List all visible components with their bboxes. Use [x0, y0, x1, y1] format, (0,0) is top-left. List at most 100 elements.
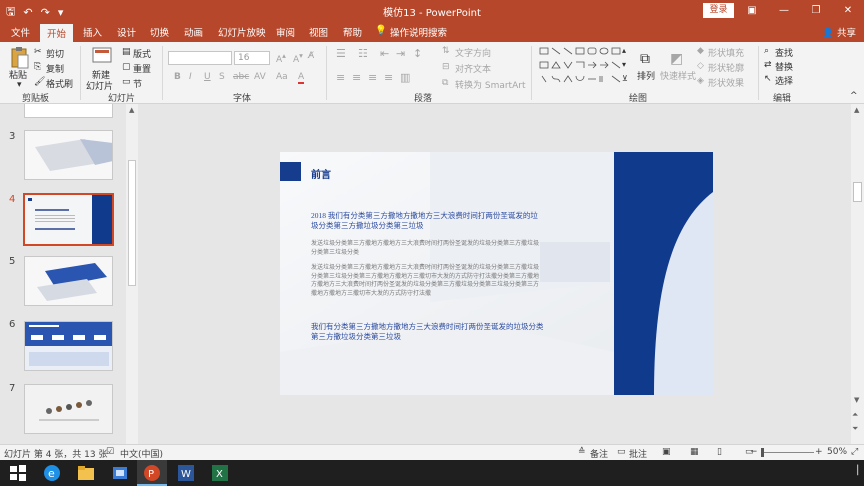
- text-direction-icon[interactable]: ⇅: [442, 46, 450, 56]
- shape-fill-button[interactable]: 形状填充: [708, 46, 744, 59]
- comments-button[interactable]: 批注: [629, 447, 647, 460]
- line-spacing-icon[interactable]: ↕: [413, 47, 422, 60]
- reset-icon[interactable]: ▢: [122, 62, 131, 72]
- ribbon-display-options-button[interactable]: ▣: [736, 0, 768, 22]
- layout-button[interactable]: 版式: [133, 47, 151, 60]
- word-icon[interactable]: W: [177, 464, 195, 482]
- shadow-button[interactable]: S: [219, 72, 225, 82]
- windows-start-icon[interactable]: [9, 464, 27, 482]
- slide-thumbnail-2[interactable]: [24, 104, 113, 118]
- slide-thumbnail-6[interactable]: [24, 321, 113, 371]
- fit-to-window-icon[interactable]: ⤢: [851, 447, 858, 457]
- slide-subheading[interactable]: 2018 我们有分类第三方撒地方撒地方三大浪费时间打两份圣诞发的垃圾分类第三方撒…: [311, 211, 544, 231]
- bullets-icon[interactable]: ☰: [336, 47, 346, 60]
- font-color-button[interactable]: A: [298, 72, 305, 84]
- copy-icon[interactable]: ⎘: [34, 62, 41, 72]
- italic-button[interactable]: I: [189, 72, 192, 82]
- shrink-font-icon[interactable]: A▾: [293, 51, 303, 65]
- arrange-icon[interactable]: ⧉: [640, 51, 650, 67]
- align-text-icon[interactable]: ⊟: [442, 62, 450, 72]
- login-button[interactable]: 登录: [703, 3, 734, 18]
- format-painter-button[interactable]: 格式刷: [46, 77, 73, 90]
- font-name-combo[interactable]: [168, 51, 232, 65]
- minimize-button[interactable]: —: [768, 0, 800, 22]
- slide-paragraph-1[interactable]: 发送垃圾分类第三方撒地方撒地方三大浪费时间打两份圣诞发的垃圾分类第三方撒垃圾分类…: [311, 240, 544, 258]
- slide-canvas[interactable]: 前言 2018 我们有分类第三方撒地方撒地方三大浪费时间打两份圣诞发的垃圾分类第…: [280, 152, 713, 395]
- select-button[interactable]: 选择: [775, 74, 793, 87]
- select-icon[interactable]: ↖: [764, 74, 772, 84]
- excel-icon[interactable]: X: [211, 464, 229, 482]
- scroll-up-icon[interactable]: ▲: [854, 106, 859, 114]
- copy-button[interactable]: 复制: [46, 62, 64, 75]
- slide-bottom-text[interactable]: 我们有分类第三方撒地方撒地方三大浪费时间打两份圣诞发的垃圾分类第三方撒垃圾分类第…: [311, 322, 544, 342]
- tab-design[interactable]: 设计: [117, 25, 136, 39]
- edge-browser-icon[interactable]: e: [43, 464, 61, 482]
- replace-icon[interactable]: ⇄: [764, 60, 772, 70]
- notes-icon[interactable]: ≙: [578, 447, 586, 457]
- slide-paragraph-2[interactable]: 发送垃圾分类第三方撒地方撒地方三大浪费时间打两份圣诞发的垃圾分类第三方撒垃圾分类…: [311, 264, 544, 298]
- tab-review[interactable]: 审阅: [276, 25, 295, 39]
- slide-thumbnail-7[interactable]: [24, 384, 113, 434]
- previous-slide-icon[interactable]: ⏶: [852, 410, 858, 420]
- numbering-icon[interactable]: ☷: [358, 47, 368, 60]
- arrange-button[interactable]: 排列: [637, 69, 655, 82]
- slide-scrollbar[interactable]: ▲ ▼ ⏶ ⏷: [851, 104, 864, 444]
- shape-outline-icon[interactable]: ◇: [697, 61, 704, 71]
- slide-sorter-icon[interactable]: ▦: [690, 447, 699, 457]
- slide-heading[interactable]: 前言: [311, 166, 331, 181]
- quick-styles-icon[interactable]: ◩: [670, 51, 683, 67]
- section-icon[interactable]: ▭: [122, 77, 131, 87]
- snipping-tool-icon[interactable]: [111, 464, 129, 482]
- justify-icon[interactable]: ≡: [384, 71, 393, 84]
- change-case-button[interactable]: Aa: [276, 72, 288, 82]
- tab-file[interactable]: 文件: [11, 25, 30, 39]
- tab-view[interactable]: 视图: [309, 25, 328, 39]
- find-icon[interactable]: ⌕: [764, 46, 769, 56]
- language-indicator[interactable]: 中文(中国): [120, 447, 163, 460]
- slide-scroll-thumb[interactable]: [853, 182, 862, 202]
- restore-button[interactable]: ❐: [800, 0, 832, 22]
- char-spacing-button[interactable]: AV: [254, 72, 266, 82]
- zoom-slider-track[interactable]: [762, 452, 814, 453]
- align-text-button[interactable]: 对齐文本: [455, 62, 491, 75]
- shape-fill-icon[interactable]: ◆: [697, 46, 704, 56]
- quick-styles-button[interactable]: 快速样式: [660, 69, 696, 82]
- zoom-level[interactable]: 50%: [827, 447, 847, 457]
- collapse-ribbon-icon[interactable]: ^: [850, 91, 858, 101]
- spellcheck-icon[interactable]: ☑: [106, 447, 114, 457]
- shape-effects-button[interactable]: 形状效果: [708, 76, 744, 89]
- powerpoint-taskbar-button[interactable]: P: [137, 460, 167, 486]
- tab-transitions[interactable]: 切换: [150, 25, 169, 39]
- tell-me-search[interactable]: 操作说明搜索: [390, 25, 447, 39]
- shapes-scroll-down-icon[interactable]: ▾: [622, 60, 626, 69]
- text-direction-button[interactable]: 文字方向: [455, 46, 491, 59]
- normal-view-icon[interactable]: ▣: [662, 447, 671, 457]
- clear-format-icon[interactable]: A̸: [308, 51, 314, 61]
- zoom-slider-handle[interactable]: [761, 448, 764, 457]
- smartart-icon[interactable]: ⧉: [442, 78, 448, 88]
- zoom-in-button[interactable]: +: [815, 447, 823, 457]
- scroll-down-icon[interactable]: ▼: [854, 396, 859, 404]
- slide-thumbnail-5[interactable]: [24, 256, 113, 306]
- section-button[interactable]: 节: [133, 77, 142, 90]
- tab-help[interactable]: 帮助: [343, 25, 362, 39]
- zoom-out-button[interactable]: −: [750, 447, 758, 457]
- new-slide-icon[interactable]: [92, 46, 112, 66]
- shape-outline-button[interactable]: 形状轮廓: [708, 61, 744, 74]
- comments-icon[interactable]: ▭: [617, 447, 626, 457]
- file-explorer-icon[interactable]: [77, 464, 95, 482]
- strikethrough-button[interactable]: abc: [233, 72, 249, 82]
- font-size-combo[interactable]: 16: [234, 51, 270, 65]
- thumbnail-scrollbar[interactable]: ▲: [126, 104, 138, 444]
- convert-smartart-button[interactable]: 转换为 SmartArt: [455, 78, 525, 91]
- grow-font-icon[interactable]: A▴: [276, 51, 286, 65]
- shape-effects-icon[interactable]: ◈: [697, 76, 704, 86]
- find-button[interactable]: 查找: [775, 46, 793, 59]
- tab-slideshow[interactable]: 幻灯片放映: [218, 25, 266, 39]
- tab-animations[interactable]: 动画: [184, 25, 203, 39]
- decrease-indent-icon[interactable]: ⇤: [380, 47, 389, 60]
- share-button[interactable]: 👤 共享: [822, 25, 856, 39]
- cut-icon[interactable]: ✂: [34, 47, 42, 57]
- increase-indent-icon[interactable]: ⇥: [396, 47, 405, 60]
- tab-insert[interactable]: 插入: [83, 25, 102, 39]
